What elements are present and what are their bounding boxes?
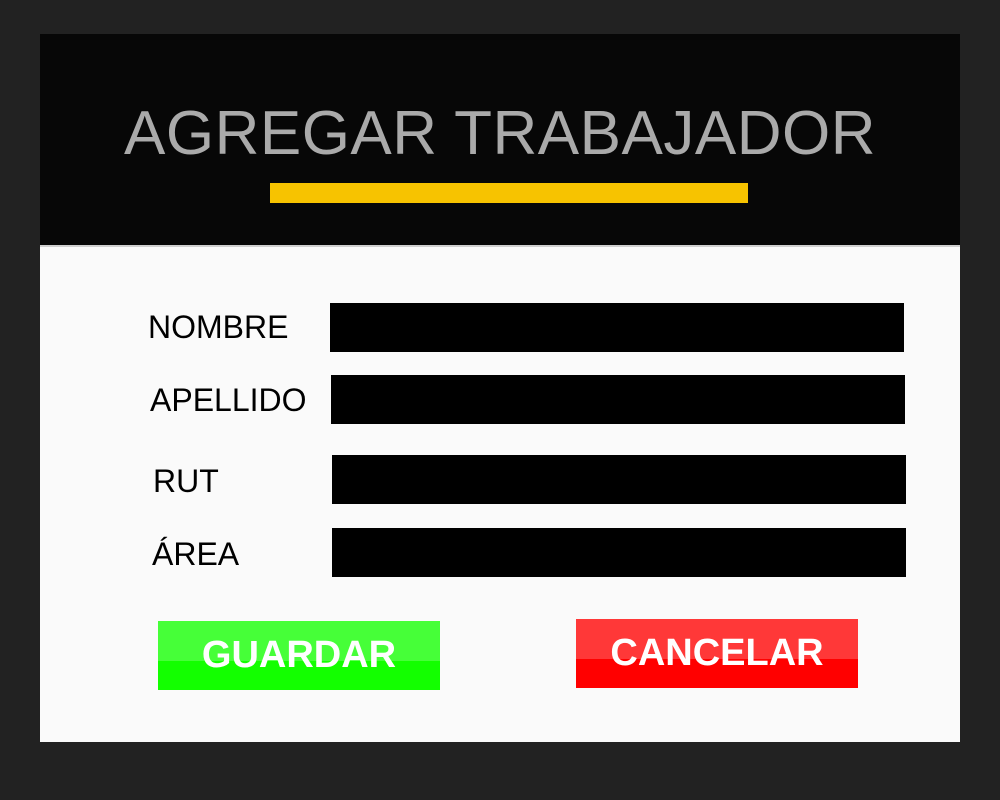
cancel-button[interactable]: CANCELAR bbox=[576, 619, 858, 688]
apellido-label: APELLIDO bbox=[150, 382, 307, 418]
cancel-button-label: CANCELAR bbox=[610, 632, 824, 674]
save-button[interactable]: GUARDAR bbox=[158, 621, 440, 690]
dialog-title: AGREGAR TRABAJADOR bbox=[123, 99, 876, 168]
nombre-label: NOMBRE bbox=[148, 309, 289, 345]
dialog-header: AGREGAR TRABAJADOR bbox=[40, 34, 960, 247]
area-label: ÁREA bbox=[152, 536, 240, 572]
add-worker-dialog: AGREGAR TRABAJADOR NOMBRE APELLIDO RUT Á… bbox=[40, 34, 960, 742]
rut-label: RUT bbox=[153, 463, 219, 499]
rut-input[interactable] bbox=[332, 455, 906, 504]
area-input[interactable] bbox=[332, 528, 906, 577]
save-button-label: GUARDAR bbox=[201, 634, 397, 676]
nombre-input[interactable] bbox=[330, 303, 904, 352]
title-underline bbox=[270, 183, 748, 203]
apellido-input[interactable] bbox=[331, 375, 905, 424]
